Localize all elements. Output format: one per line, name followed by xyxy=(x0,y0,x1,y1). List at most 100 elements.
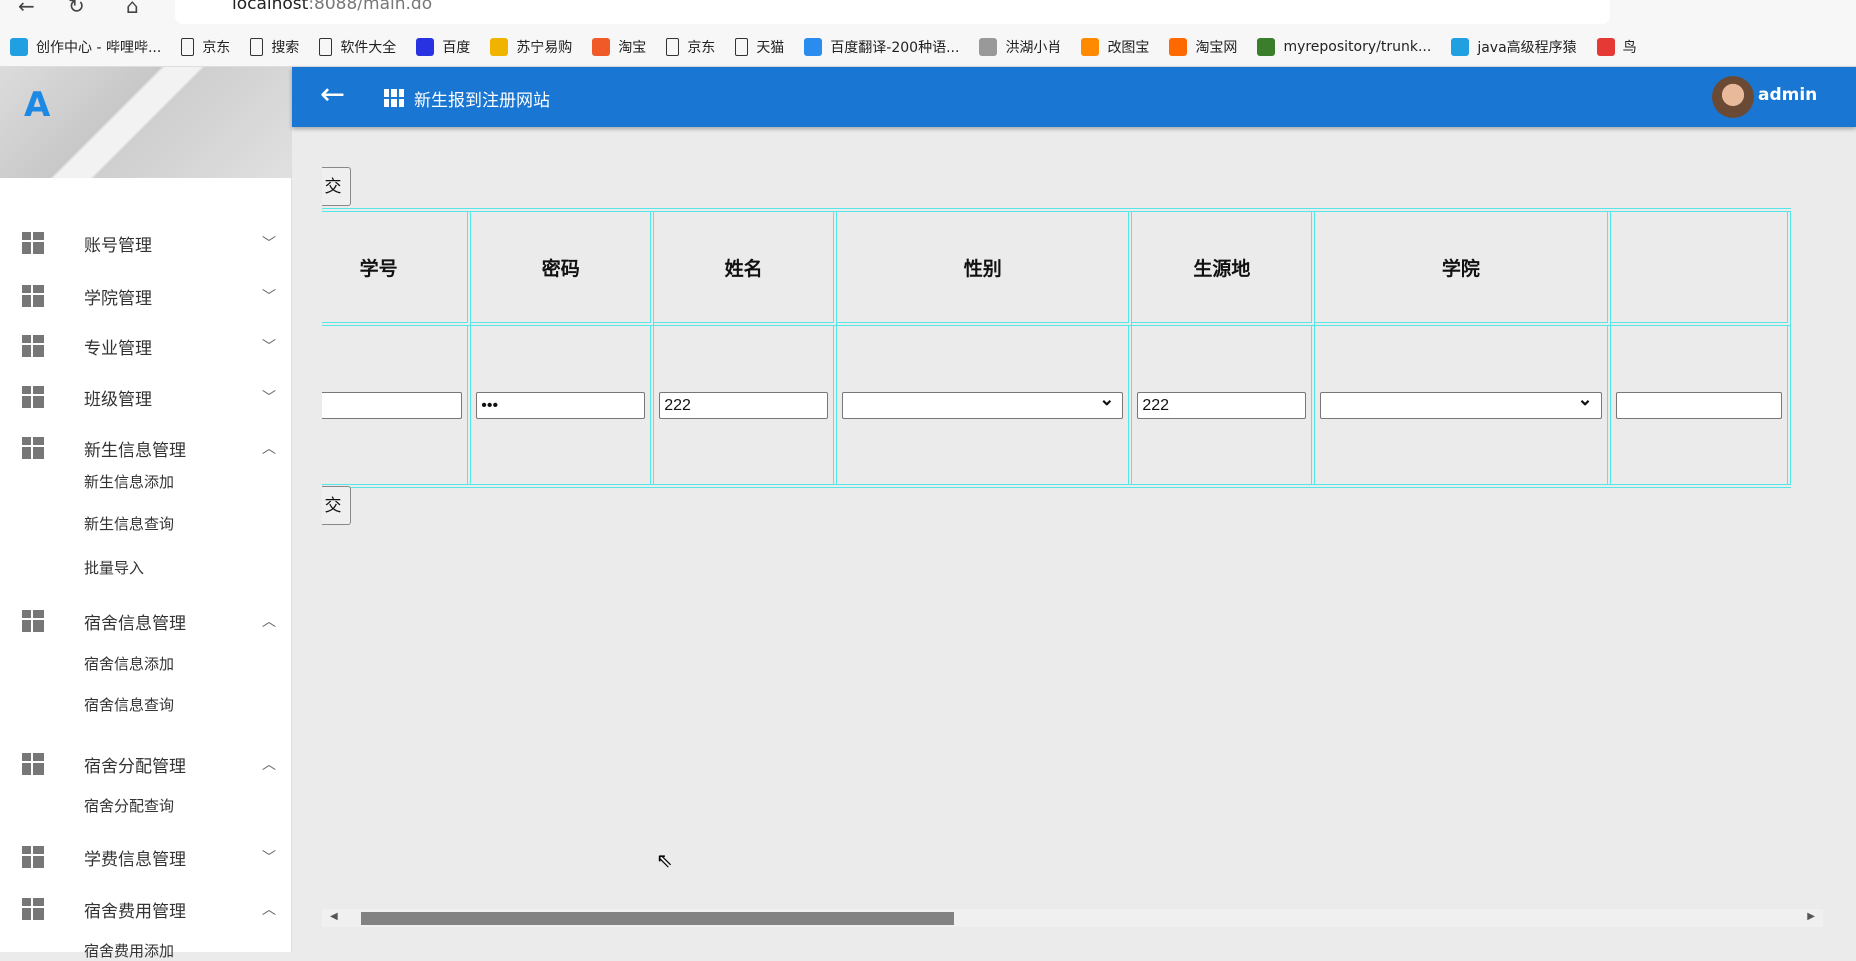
bookmark-label: 鸟 xyxy=(1622,40,1637,56)
address-bar-area: ← ↻ ⌂ localhost:8088/main.do xyxy=(0,0,1856,28)
password-input[interactable]: ••• xyxy=(476,391,646,419)
baidu-icon xyxy=(416,38,435,56)
bookmark-item[interactable]: 淘宝网 xyxy=(1169,37,1237,57)
sidebar-subitem[interactable]: 新生信息添加 xyxy=(84,471,174,492)
avatar[interactable] xyxy=(1712,76,1754,118)
dashboard-icon xyxy=(22,898,44,920)
bookmark-label: 苏宁易购 xyxy=(516,40,573,56)
extra-input[interactable] xyxy=(1615,391,1782,419)
chevron-up-icon: ︿ xyxy=(262,757,276,773)
bookmark-label: 百度 xyxy=(442,40,471,56)
sidebar-item-label: 账号管理 xyxy=(84,235,152,256)
back-icon[interactable]: ← xyxy=(18,0,35,18)
sidebar-subitem[interactable]: 宿舍分配查询 xyxy=(84,795,174,816)
bookmark-item[interactable]: 洪湖小肖 xyxy=(979,37,1061,57)
chevron-down-icon: ﹀ xyxy=(262,339,276,355)
bookmark-item[interactable]: 鸟 xyxy=(1596,37,1637,57)
submit-button-bottom[interactable]: 交 xyxy=(322,486,351,525)
mouse-cursor-icon: ⇖ xyxy=(656,848,673,872)
bookmark-item[interactable]: 苏宁易购 xyxy=(490,37,572,57)
chevron-down-icon: ﹀ xyxy=(262,390,276,406)
refresh-icon[interactable]: ↻ xyxy=(68,0,85,18)
submit-button-top[interactable]: 交 xyxy=(322,167,351,206)
bookmark-item[interactable]: 京东 xyxy=(666,37,715,57)
sidebar-item[interactable]: 新生信息管理 ︿ xyxy=(0,433,292,463)
bookmark-item[interactable]: myrepository/trunk... xyxy=(1257,38,1431,56)
scrollbar-thumb[interactable] xyxy=(361,912,954,925)
bookmark-item[interactable]: 百度 xyxy=(416,37,470,57)
url-path: :8088/main.do xyxy=(308,0,433,14)
sidebar-subitem[interactable]: 批量导入 xyxy=(84,557,144,578)
sidebar-subitem[interactable]: 宿舍信息添加 xyxy=(84,653,174,674)
scroll-right-icon[interactable]: ▶ xyxy=(1807,911,1815,922)
bilibili-icon xyxy=(10,38,28,56)
avatar-icon xyxy=(979,38,998,56)
col-origin: 生源地 xyxy=(1132,212,1316,326)
logo: A xyxy=(24,85,51,125)
sidebar-subitem[interactable]: 宿舍费用添加 xyxy=(84,940,174,961)
gaitubao-icon xyxy=(1081,38,1100,56)
col-student-id: 学号 xyxy=(322,212,472,326)
chevron-down-icon: ﹀ xyxy=(262,850,276,866)
bookmark-item[interactable]: 创作中心 - 哔哩哔... xyxy=(10,37,161,57)
chevron-up-icon: ︿ xyxy=(262,441,276,457)
bookmark-item[interactable]: java高级程序猿 xyxy=(1451,37,1577,57)
bookmark-label: 搜索 xyxy=(271,40,300,56)
dashboard-icon xyxy=(22,846,44,868)
form-table-viewport: 学号 密码 姓名 性别 生源地 学院 2 ••• 222 222 xyxy=(322,208,1823,488)
grid-icon xyxy=(384,89,404,107)
username[interactable]: admin xyxy=(1758,85,1817,105)
bookmark-item[interactable]: 京东 xyxy=(181,37,230,57)
sidebar-item[interactable]: 班级管理 ﹀ xyxy=(0,382,292,412)
dashboard-icon xyxy=(22,285,44,307)
bookmark-item[interactable]: 搜索 xyxy=(250,37,299,57)
sidebar-item-label: 宿舍信息管理 xyxy=(84,613,186,634)
sidebar-item[interactable]: 宿舍信息管理 ︿ xyxy=(0,606,292,636)
sidebar-item[interactable]: 学院管理 ﹀ xyxy=(0,281,292,311)
sidebar-subitem[interactable]: 新生信息查询 xyxy=(84,513,174,534)
chevron-down-icon: ﹀ xyxy=(262,236,276,252)
dashboard-icon xyxy=(22,437,44,459)
back-arrow-icon[interactable]: ← xyxy=(320,77,345,112)
bookmark-label: 淘宝网 xyxy=(1195,40,1238,56)
sidebar-item[interactable]: 宿舍分配管理 ︿ xyxy=(0,749,292,779)
sidebar-item[interactable]: 账号管理 ﹀ xyxy=(0,228,292,258)
bilibili-icon xyxy=(1451,38,1470,56)
page-icon xyxy=(181,38,195,56)
sidebar-item[interactable]: 学费信息管理 ﹀ xyxy=(0,842,292,872)
bookmark-item[interactable]: 改图宝 xyxy=(1081,37,1149,57)
bookmark-item[interactable]: 淘宝 xyxy=(592,37,646,57)
sidebar-item-label: 专业管理 xyxy=(84,338,152,359)
college-select[interactable] xyxy=(1320,387,1602,419)
sidebar-subitem[interactable]: 宿舍信息查询 xyxy=(84,694,174,715)
bookmark-label: 改图宝 xyxy=(1107,40,1150,56)
scroll-left-icon[interactable]: ◀ xyxy=(330,911,338,922)
home-icon[interactable]: ⌂ xyxy=(126,0,139,18)
dashboard-icon xyxy=(22,753,44,775)
url-text[interactable]: localhost:8088/main.do xyxy=(232,0,432,14)
bookmark-label: 洪湖小肖 xyxy=(1005,40,1062,56)
horizontal-scrollbar[interactable]: ◀ ▶ xyxy=(322,909,1823,927)
bookmark-item[interactable]: 软件大全 xyxy=(319,37,396,57)
bookmark-item[interactable]: 百度翻译-200种语... xyxy=(804,37,959,57)
sidebar-item[interactable]: 宿舍费用管理 ︿ xyxy=(0,894,292,924)
sidebar-item[interactable]: 专业管理 ﹀ xyxy=(0,331,292,361)
bookmark-item[interactable]: 天猫 xyxy=(735,37,784,57)
table-row: 2 ••• 222 222 xyxy=(322,326,1791,484)
page-icon xyxy=(319,38,333,56)
dashboard-icon xyxy=(22,232,44,254)
sidebar-item-label: 新生信息管理 xyxy=(84,440,186,461)
sidebar: A 账号管理 ﹀ 学院管理 ﹀ 专业管理 ﹀ 班级管理 ﹀ 新生信息管理 ︿ 新生信息添加 新生信息查… xyxy=(0,67,292,960)
dashboard-icon xyxy=(22,610,44,632)
bookmark-label: 京东 xyxy=(202,40,231,56)
student-id-input[interactable]: 2 xyxy=(322,391,463,419)
origin-input[interactable]: 222 xyxy=(1137,391,1307,419)
col-password: 密码 xyxy=(471,212,655,326)
table-header-row: 学号 密码 姓名 性别 生源地 学院 xyxy=(322,212,1791,326)
bookmark-label: 淘宝 xyxy=(618,40,647,56)
page-icon xyxy=(666,38,680,56)
col-gender: 性别 xyxy=(837,212,1133,326)
name-input[interactable]: 222 xyxy=(659,391,829,419)
bookmark-label: myrepository/trunk... xyxy=(1283,39,1432,55)
gender-select[interactable] xyxy=(842,387,1124,419)
